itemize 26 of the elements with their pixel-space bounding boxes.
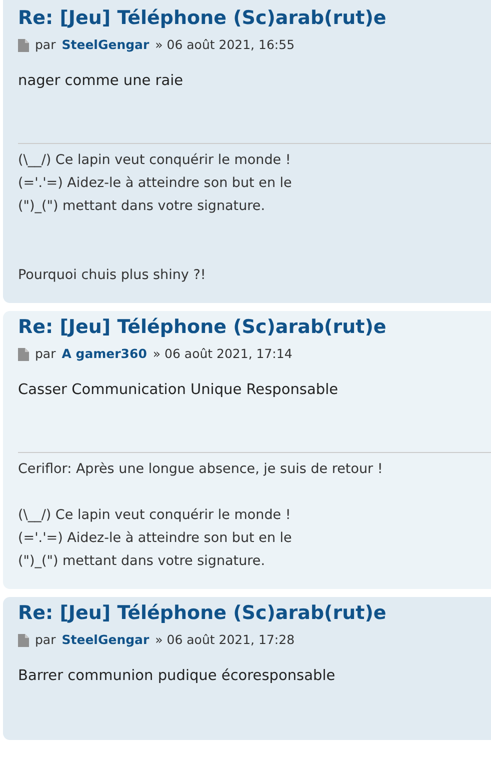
post-body: Casser Communication Unique Responsable xyxy=(18,381,340,400)
author-link[interactable]: A gamer360 xyxy=(62,345,147,363)
post-date: » 06 août 2021, 17:28 xyxy=(155,631,295,649)
post-date: » 06 août 2021, 16:55 xyxy=(155,36,295,54)
document-icon[interactable] xyxy=(18,38,29,52)
post-title[interactable]: Re: [Jeu] Téléphone (Sc)arab(rut)e xyxy=(18,315,491,339)
signature-line: (='.'=) Aidez-le à atteindre son but en le xyxy=(18,529,293,548)
signature-line: (\__/) Ce lapin veut conquérir le monde ! xyxy=(18,151,292,170)
by-label: par xyxy=(35,631,56,649)
by-label: par xyxy=(35,345,56,363)
document-icon[interactable] xyxy=(18,348,29,360)
author-link[interactable]: SteelGengar xyxy=(62,36,150,54)
signature-line: Ceriflor: Après une longue absence, je suis de retour ! xyxy=(18,460,384,479)
post-title[interactable]: Re: [Jeu] Téléphone (Sc)arab(rut)e xyxy=(18,6,491,30)
post-body: Barrer communion pudique écoresponsable xyxy=(18,667,336,686)
signature-line: (='.'=) Aidez-le à atteindre son but en le xyxy=(18,174,293,193)
signature-line: Pourquoi chuis plus shiny ?! xyxy=(18,266,207,285)
signature-line: (\__/) Ce lapin veut conquérir le monde ! xyxy=(18,506,292,525)
author-link[interactable]: SteelGengar xyxy=(62,631,150,649)
document-icon[interactable] xyxy=(18,634,29,646)
signature-line: (")_(") mettant dans votre signature. xyxy=(18,197,266,216)
post-title[interactable]: Re: [Jeu] Téléphone (Sc)arab(rut)e xyxy=(18,601,491,625)
signature-line: (")_(") mettant dans votre signature. xyxy=(18,552,266,571)
post-body: nager comme une raie xyxy=(18,72,184,91)
by-label: par xyxy=(35,36,56,54)
post-date: » 06 août 2021, 17:14 xyxy=(152,345,292,363)
